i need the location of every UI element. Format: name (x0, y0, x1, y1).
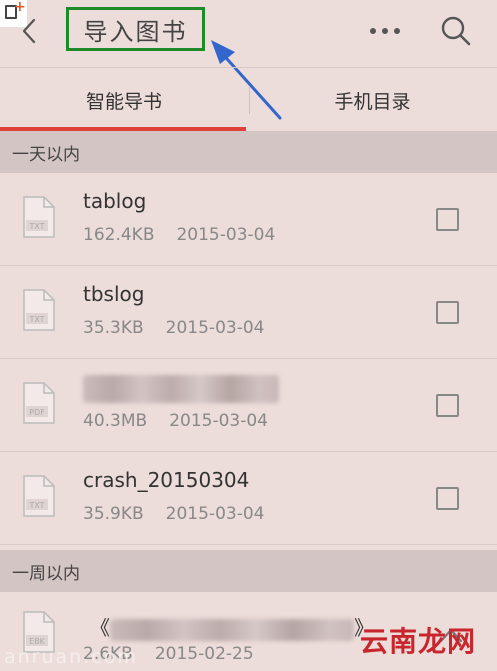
svg-text:TXT: TXT (28, 315, 44, 324)
file-name-open-quote: 《 (90, 616, 110, 640)
title-highlight-box: 导入图书 (66, 7, 205, 51)
search-button[interactable] (438, 13, 474, 49)
file-size: 162.4KB (83, 225, 155, 245)
file-date: 2015-03-04 (165, 318, 265, 338)
select-checkbox[interactable] (436, 301, 459, 324)
file-date: 2015-03-04 (169, 411, 268, 431)
redacted-name-blur (110, 618, 354, 641)
pdf-file-icon: PDF (23, 382, 55, 424)
file-size: 35.3KB (83, 318, 144, 338)
svg-text:TXT: TXT (28, 501, 44, 510)
file-name-redacted (83, 375, 279, 403)
file-date: 2015-02-25 (154, 644, 254, 664)
file-meta: 35.3KB 2015-03-04 (83, 318, 286, 338)
file-name-redacted: 《》 (90, 612, 374, 641)
txt-file-icon: TXT (23, 289, 55, 331)
file-date: 2015-03-04 (165, 504, 265, 524)
watermark-url: anruan.com (4, 646, 138, 668)
top-bar: + 导入图书 (0, 0, 497, 64)
page-title: 导入图书 (83, 17, 188, 46)
file-size: 40.3MB (83, 411, 148, 431)
svg-text:TXT: TXT (28, 222, 44, 231)
tab-bar: 智能导书 手机目录 (0, 67, 497, 131)
file-meta: 35.9KB 2015-03-04 (83, 504, 286, 524)
txt-file-icon: TXT (23, 196, 55, 238)
file-name: tablog (83, 189, 147, 213)
section-header-one-day: 一天以内 (0, 131, 497, 173)
back-button[interactable] (14, 16, 44, 46)
txt-file-icon: TXT (23, 475, 55, 517)
file-name: tbslog (83, 282, 145, 306)
tab-phone-directory[interactable]: 手机目录 (248, 68, 497, 132)
select-checkbox[interactable] (436, 208, 459, 231)
file-meta: 40.3MB 2015-03-04 (83, 411, 290, 431)
select-checkbox[interactable] (436, 394, 459, 417)
search-icon (441, 16, 471, 46)
redacted-name-blur (83, 375, 279, 403)
list-item[interactable]: TXT tbslog 35.3KB 2015-03-04 (0, 266, 497, 359)
tab-smart-import[interactable]: 智能导书 (0, 68, 248, 132)
select-checkbox[interactable] (436, 487, 459, 510)
svg-text:PDF: PDF (29, 408, 45, 417)
more-dot (394, 28, 400, 34)
file-meta: 162.4KB 2015-03-04 (83, 225, 297, 245)
list-item[interactable]: PDF 40.3MB 2015-03-04 (0, 359, 497, 452)
file-name: crash_20150304 (83, 468, 250, 492)
more-dot (382, 28, 388, 34)
file-size: 35.9KB (83, 504, 144, 524)
chevron-left-icon (22, 18, 36, 44)
svg-text:EBK: EBK (29, 637, 46, 646)
list-item[interactable]: TXT tablog 162.4KB 2015-03-04 (0, 173, 497, 266)
watermark-logo: 云南龙网 (360, 625, 477, 658)
file-date: 2015-03-04 (176, 225, 276, 245)
more-button[interactable] (362, 16, 408, 46)
more-dots-icon (370, 28, 376, 34)
section-header-one-week: 一周以内 (0, 550, 497, 592)
list-item[interactable]: TXT crash_20150304 35.9KB 2015-03-04 (0, 452, 497, 545)
